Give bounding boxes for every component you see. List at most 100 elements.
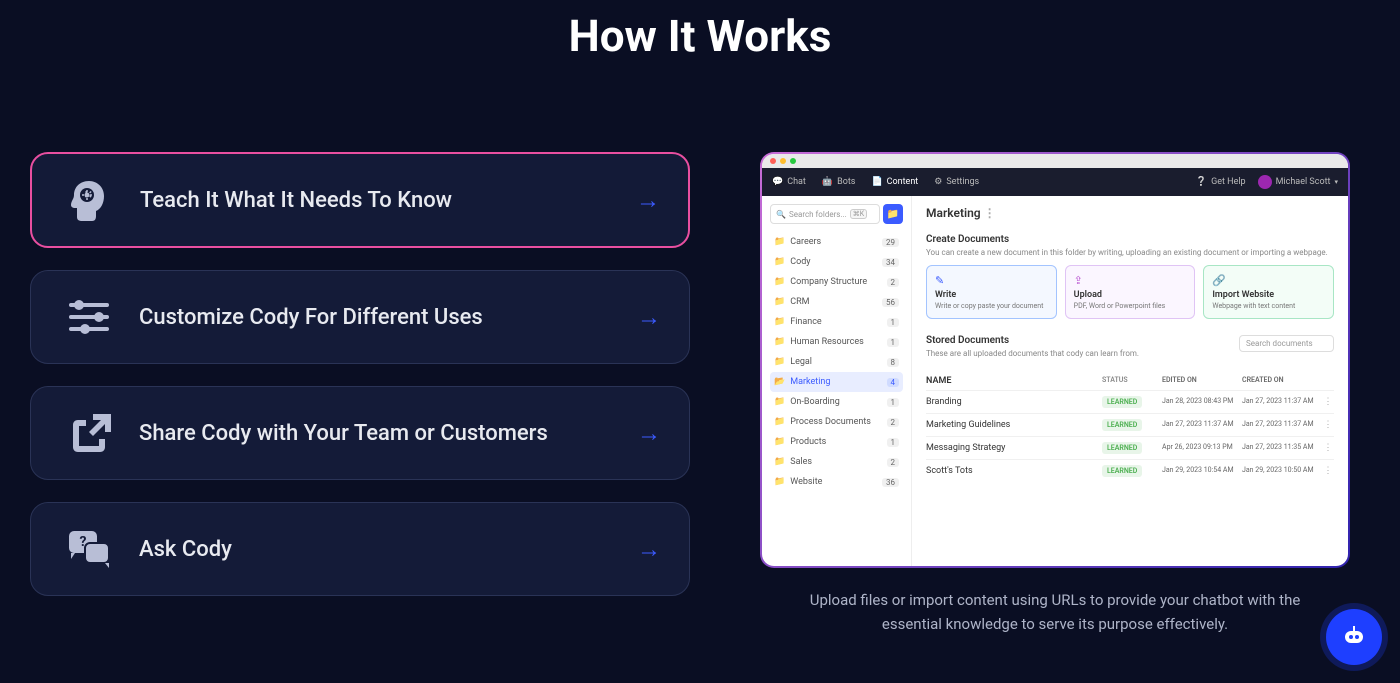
- help-link[interactable]: ❔ Get Help: [1196, 177, 1246, 187]
- step-teach[interactable]: Teach It What It Needs To Know →: [30, 152, 690, 248]
- folder-name: Website: [790, 477, 882, 487]
- tab-label: Bots: [837, 177, 855, 187]
- sidebar-folder-item[interactable]: 📁Human Resources1: [770, 332, 903, 352]
- th-status: STATUS: [1102, 376, 1162, 386]
- kebab-icon[interactable]: ⋮: [1322, 397, 1334, 407]
- kebab-icon[interactable]: ⋮: [1322, 466, 1334, 476]
- kebab-icon[interactable]: ⋮: [1322, 420, 1334, 430]
- import-card[interactable]: 🔗 Import Website Webpage with text conte…: [1203, 265, 1334, 319]
- th-created: CREATED ON: [1242, 376, 1322, 386]
- user-menu[interactable]: Michael Scott▾: [1258, 175, 1338, 189]
- brain-gear-icon: [60, 176, 118, 224]
- step-customize[interactable]: Customize Cody For Different Uses →: [30, 270, 690, 364]
- edited-date: Jan 28, 2023 08:43 PM: [1162, 397, 1242, 406]
- card-title: Import Website: [1212, 290, 1325, 300]
- upload-icon: ⇪: [1074, 274, 1187, 287]
- step-label: Ask Cody: [139, 537, 637, 562]
- help-label: Get Help: [1211, 177, 1246, 187]
- tab-label: Chat: [787, 177, 806, 187]
- kbd-shortcut: ⌘K: [850, 209, 867, 219]
- preview-column: 💬Chat 🤖Bots 📄Content ⚙Settings ❔ Get Help…: [690, 102, 1370, 636]
- folder-count: 1: [887, 318, 900, 327]
- documents-table: NAME STATUS EDITED ON CREATED ON Brandin…: [926, 372, 1334, 482]
- folder-icon: 📁: [774, 357, 785, 367]
- avatar: [1258, 175, 1272, 189]
- sidebar-folder-item[interactable]: 📁 Sales2: [770, 452, 903, 472]
- search-input[interactable]: 🔍 Search folders... ⌘K: [770, 204, 880, 224]
- folder-icon: 📁: [774, 297, 785, 307]
- tab-content[interactable]: 📄Content: [871, 177, 918, 187]
- tab-bots[interactable]: 🤖Bots: [822, 177, 856, 187]
- tab-settings[interactable]: ⚙Settings: [934, 177, 979, 187]
- doc-name: Scott's Tots: [926, 466, 1102, 476]
- gear-icon: ⚙: [934, 177, 942, 187]
- card-title: Write: [935, 290, 1048, 300]
- tab-chat[interactable]: 💬Chat: [772, 177, 806, 187]
- sidebar-folder-item[interactable]: 📁Careers29: [770, 232, 903, 252]
- sidebar-folder-item[interactable]: 📁Products1: [770, 432, 903, 452]
- folder-icon: 📁: [774, 457, 785, 467]
- sidebar-folder-item[interactable]: 📁Cody34: [770, 252, 903, 272]
- folder-name: Company Structure: [790, 277, 886, 287]
- search-docs-input[interactable]: Search documents: [1239, 335, 1334, 352]
- traffic-red-icon: [770, 158, 776, 164]
- sidebar-folder-item[interactable]: 📁Finance1: [770, 312, 903, 332]
- status-badge: LEARNED: [1102, 442, 1142, 454]
- sidebar-folder-item[interactable]: 📁Website36: [770, 472, 903, 492]
- sidebar-folder-item[interactable]: 📂Marketing4: [770, 372, 903, 392]
- card-desc: Write or copy paste your document: [935, 302, 1048, 310]
- table-row[interactable]: Scott's TotsLEARNEDJan 29, 2023 10:54 AM…: [926, 459, 1334, 482]
- folder-count: 56: [882, 298, 899, 307]
- search-placeholder: Search folders...: [789, 210, 847, 219]
- sidebar-folder-item[interactable]: 📁On-Boarding1: [770, 392, 903, 412]
- folder-icon: 📁: [774, 257, 785, 267]
- folder-name: Human Resources: [790, 337, 886, 347]
- sidebar-folder-item[interactable]: 📁Legal8: [770, 352, 903, 372]
- table-row[interactable]: Marketing GuidelinesLEARNEDJan 27, 2023 …: [926, 413, 1334, 436]
- created-date: Jan 29, 2023 10:50 AM: [1242, 466, 1322, 475]
- main-panel: Marketing ⋮ Create Documents You can cre…: [912, 196, 1348, 566]
- sidebar-folder-item[interactable]: 📁Process Documents2: [770, 412, 903, 432]
- traffic-yellow-icon: [780, 158, 786, 164]
- folder-count: 1: [887, 398, 900, 407]
- status-badge: LEARNED: [1102, 396, 1142, 408]
- preview-caption: Upload files or import content using URL…: [760, 568, 1350, 636]
- folder-name: CRM: [790, 297, 882, 307]
- app-navbar: 💬Chat 🤖Bots 📄Content ⚙Settings ❔ Get Help…: [762, 168, 1348, 196]
- step-ask[interactable]: ? Ask Cody →: [30, 502, 690, 596]
- step-label: Share Cody with Your Team or Customers: [139, 421, 637, 446]
- pen-icon: ✎: [935, 274, 1048, 287]
- sidebar-folder-item[interactable]: 📁 CRM56: [770, 292, 903, 312]
- browser-chrome: [762, 154, 1348, 168]
- doc-name: Messaging Strategy: [926, 443, 1102, 453]
- table-row[interactable]: Messaging StrategyLEARNEDApr 26, 2023 09…: [926, 436, 1334, 459]
- th-name: NAME: [926, 376, 1102, 386]
- user-name: Michael Scott: [1276, 177, 1331, 187]
- kebab-icon[interactable]: ⋮: [984, 206, 996, 220]
- folder-count: 2: [887, 278, 900, 287]
- new-folder-button[interactable]: 📁: [883, 204, 903, 224]
- write-card[interactable]: ✎ Write Write or copy paste your documen…: [926, 265, 1057, 319]
- folder-sidebar: 🔍 Search folders... ⌘K 📁 📁Careers29📁Cody…: [762, 196, 912, 566]
- folder-name: Sales: [790, 457, 886, 467]
- table-row[interactable]: BrandingLEARNEDJan 28, 2023 08:43 PMJan …: [926, 390, 1334, 413]
- folder-icon: 📁: [774, 397, 785, 407]
- folder-icon: 📂: [774, 377, 785, 387]
- arrow-right-icon: →: [637, 419, 661, 448]
- step-share[interactable]: Share Cody with Your Team or Customers →: [30, 386, 690, 480]
- chat-widget-button[interactable]: [1326, 609, 1382, 665]
- folder-count: 2: [887, 418, 900, 427]
- chevron-down-icon: ▾: [1334, 178, 1338, 186]
- sidebar-folder-item[interactable]: 📁Company Structure2: [770, 272, 903, 292]
- upload-card[interactable]: ⇪ Upload PDF, Word or Powerpoint files: [1065, 265, 1196, 319]
- create-heading: Create Documents: [926, 234, 1334, 245]
- created-date: Jan 27, 2023 11:37 AM: [1242, 420, 1322, 429]
- folder-count: 2: [887, 458, 900, 467]
- search-icon: 🔍: [776, 210, 786, 219]
- help-icon: ❔: [1196, 177, 1207, 187]
- kebab-icon[interactable]: ⋮: [1322, 443, 1334, 453]
- arrow-right-icon: →: [637, 535, 661, 564]
- status-badge: LEARNED: [1102, 465, 1142, 477]
- stored-sub: These are all uploaded documents that co…: [926, 349, 1239, 358]
- folder-name: Marketing: [790, 377, 886, 387]
